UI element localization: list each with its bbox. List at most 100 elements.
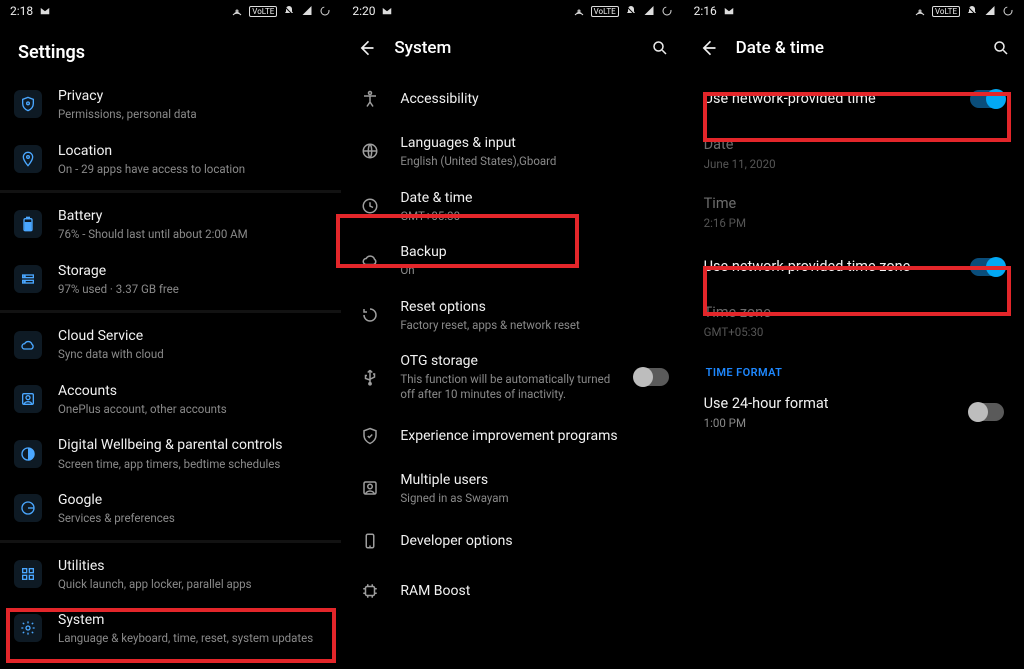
mail-icon: [39, 5, 51, 17]
settings-item-cloud[interactable]: Cloud Service Sync data with cloud: [0, 317, 341, 372]
hotspot-icon: [231, 5, 243, 17]
settings-item-system[interactable]: System Language & keyboard, time, reset, …: [0, 601, 341, 656]
sub: This function will be automatically turn…: [400, 372, 618, 401]
location-icon: [14, 145, 42, 173]
chip-icon: [356, 577, 384, 605]
sub: Language & keyboard, time, reset, system…: [58, 631, 327, 645]
settings-item-storage[interactable]: Storage97% used · 3.37 GB free: [0, 252, 341, 307]
label: Languages & input: [400, 134, 668, 152]
row-24hr[interactable]: Use 24-hour format1:00 PM: [684, 383, 1024, 442]
globe-icon: [356, 137, 384, 165]
network-time-toggle[interactable]: [970, 90, 1004, 108]
mail-icon: [381, 5, 393, 17]
page-title: Settings: [0, 22, 341, 73]
settings-item-google[interactable]: GoogleServices & preferences: [0, 481, 341, 536]
sub: Sync data with cloud: [58, 347, 327, 361]
back-icon[interactable]: [698, 38, 718, 58]
sub: Factory reset, apps & network reset: [400, 318, 668, 332]
phone-icon: [356, 527, 384, 555]
label: Google: [58, 491, 327, 509]
system-screen: 2:20 VoLTE System Accessibility Language…: [341, 0, 682, 669]
label: Location: [58, 142, 327, 160]
divider: [0, 540, 341, 543]
cloud-icon: [356, 246, 384, 274]
label: Date: [704, 136, 1004, 155]
loading-icon: [1002, 5, 1014, 17]
mail-icon: [723, 5, 735, 17]
search-icon[interactable]: [651, 39, 669, 57]
signal-icon: [984, 5, 996, 17]
item-otg[interactable]: OTG storage This function will be automat…: [342, 342, 682, 411]
item-date-time[interactable]: Date & time GMT+05:30: [342, 179, 682, 234]
row-network-time[interactable]: Use network-provided time: [684, 74, 1024, 124]
status-clock: 2:16: [694, 4, 717, 18]
back-icon[interactable]: [356, 38, 376, 58]
label: Accessibility: [400, 90, 668, 108]
row-network-tz[interactable]: Use network-provided time zone: [684, 242, 1024, 292]
system-list: Accessibility Languages & inputEnglish (…: [342, 70, 682, 622]
label: RAM Boost: [400, 582, 668, 600]
item-developer[interactable]: Developer options: [342, 516, 682, 566]
shield-icon: [14, 90, 42, 118]
clock-icon: [356, 192, 384, 220]
page-title: System: [394, 38, 451, 58]
sub: June 11, 2020: [704, 157, 1004, 171]
label: OTG storage: [400, 352, 618, 370]
label: Battery: [58, 207, 327, 225]
dnd-icon: [625, 5, 637, 17]
status-clock: 2:18: [10, 4, 33, 18]
row-date: Date June 11, 2020: [684, 124, 1024, 183]
wellbeing-icon: [14, 440, 42, 468]
volte-icon: VoLTE: [591, 6, 619, 17]
item-reset[interactable]: Reset options Factory reset, apps & netwo…: [342, 288, 682, 343]
sub: GMT+05:30: [400, 209, 668, 223]
settings-item-wellbeing[interactable]: Digital Wellbeing & parental controlsScr…: [0, 426, 341, 481]
settings-item-location[interactable]: LocationOn - 29 apps have access to loca…: [0, 132, 341, 187]
otg-toggle[interactable]: [635, 368, 669, 386]
hour24-toggle[interactable]: [970, 403, 1004, 421]
user-icon: [356, 474, 384, 502]
label: Developer options: [400, 532, 668, 550]
label: Time: [704, 195, 1004, 214]
signal-icon: [301, 5, 313, 17]
status-bar: 2:20 VoLTE: [342, 0, 682, 22]
loading-icon: [319, 5, 331, 17]
sub: 97% used · 3.37 GB free: [58, 282, 327, 296]
label: Cloud Service: [58, 327, 327, 345]
cloud-icon: [14, 331, 42, 359]
page-title: Date & time: [736, 38, 824, 58]
item-languages[interactable]: Languages & inputEnglish (United States)…: [342, 124, 682, 179]
sub: GMT+05:30: [704, 325, 1004, 339]
label: Multiple users: [400, 471, 668, 489]
search-icon[interactable]: [992, 39, 1010, 57]
sub: Signed in as Swayam: [400, 491, 668, 505]
reset-icon: [356, 301, 384, 329]
label: Digital Wellbeing & parental controls: [58, 436, 327, 454]
item-accessibility[interactable]: Accessibility: [342, 74, 682, 124]
item-ram-boost[interactable]: RAM Boost: [342, 566, 682, 616]
network-tz-toggle[interactable]: [970, 258, 1004, 276]
usb-icon: [356, 363, 384, 391]
dnd-icon: [966, 5, 978, 17]
accessibility-icon: [356, 85, 384, 113]
label: Use network-provided time: [704, 90, 956, 109]
settings-item-battery[interactable]: Battery76% - Should last until about 2:0…: [0, 197, 341, 252]
storage-icon: [14, 265, 42, 293]
item-backup[interactable]: BackupOn: [342, 233, 682, 288]
item-multi-users[interactable]: Multiple users Signed in as Swayam: [342, 461, 682, 516]
sub: 1:00 PM: [704, 416, 956, 430]
settings-item-accounts[interactable]: AccountsOnePlus account, other accounts: [0, 372, 341, 427]
label: Reset options: [400, 298, 668, 316]
status-clock: 2:20: [352, 4, 375, 18]
label: Date & time: [400, 189, 668, 207]
row-time: Time2:16 PM: [684, 183, 1024, 242]
volte-icon: VoLTE: [249, 6, 277, 17]
label: Time zone: [704, 304, 1004, 323]
item-experience[interactable]: Experience improvement programs: [342, 411, 682, 461]
status-bar: 2:18 VoLTE: [0, 0, 341, 22]
label: Utilities: [58, 557, 327, 575]
settings-item-utilities[interactable]: UtilitiesQuick launch, app locker, paral…: [0, 547, 341, 602]
label: System: [58, 611, 327, 629]
loading-icon: [661, 5, 673, 17]
settings-item-privacy[interactable]: PrivacyPermissions, personal data: [0, 77, 341, 132]
